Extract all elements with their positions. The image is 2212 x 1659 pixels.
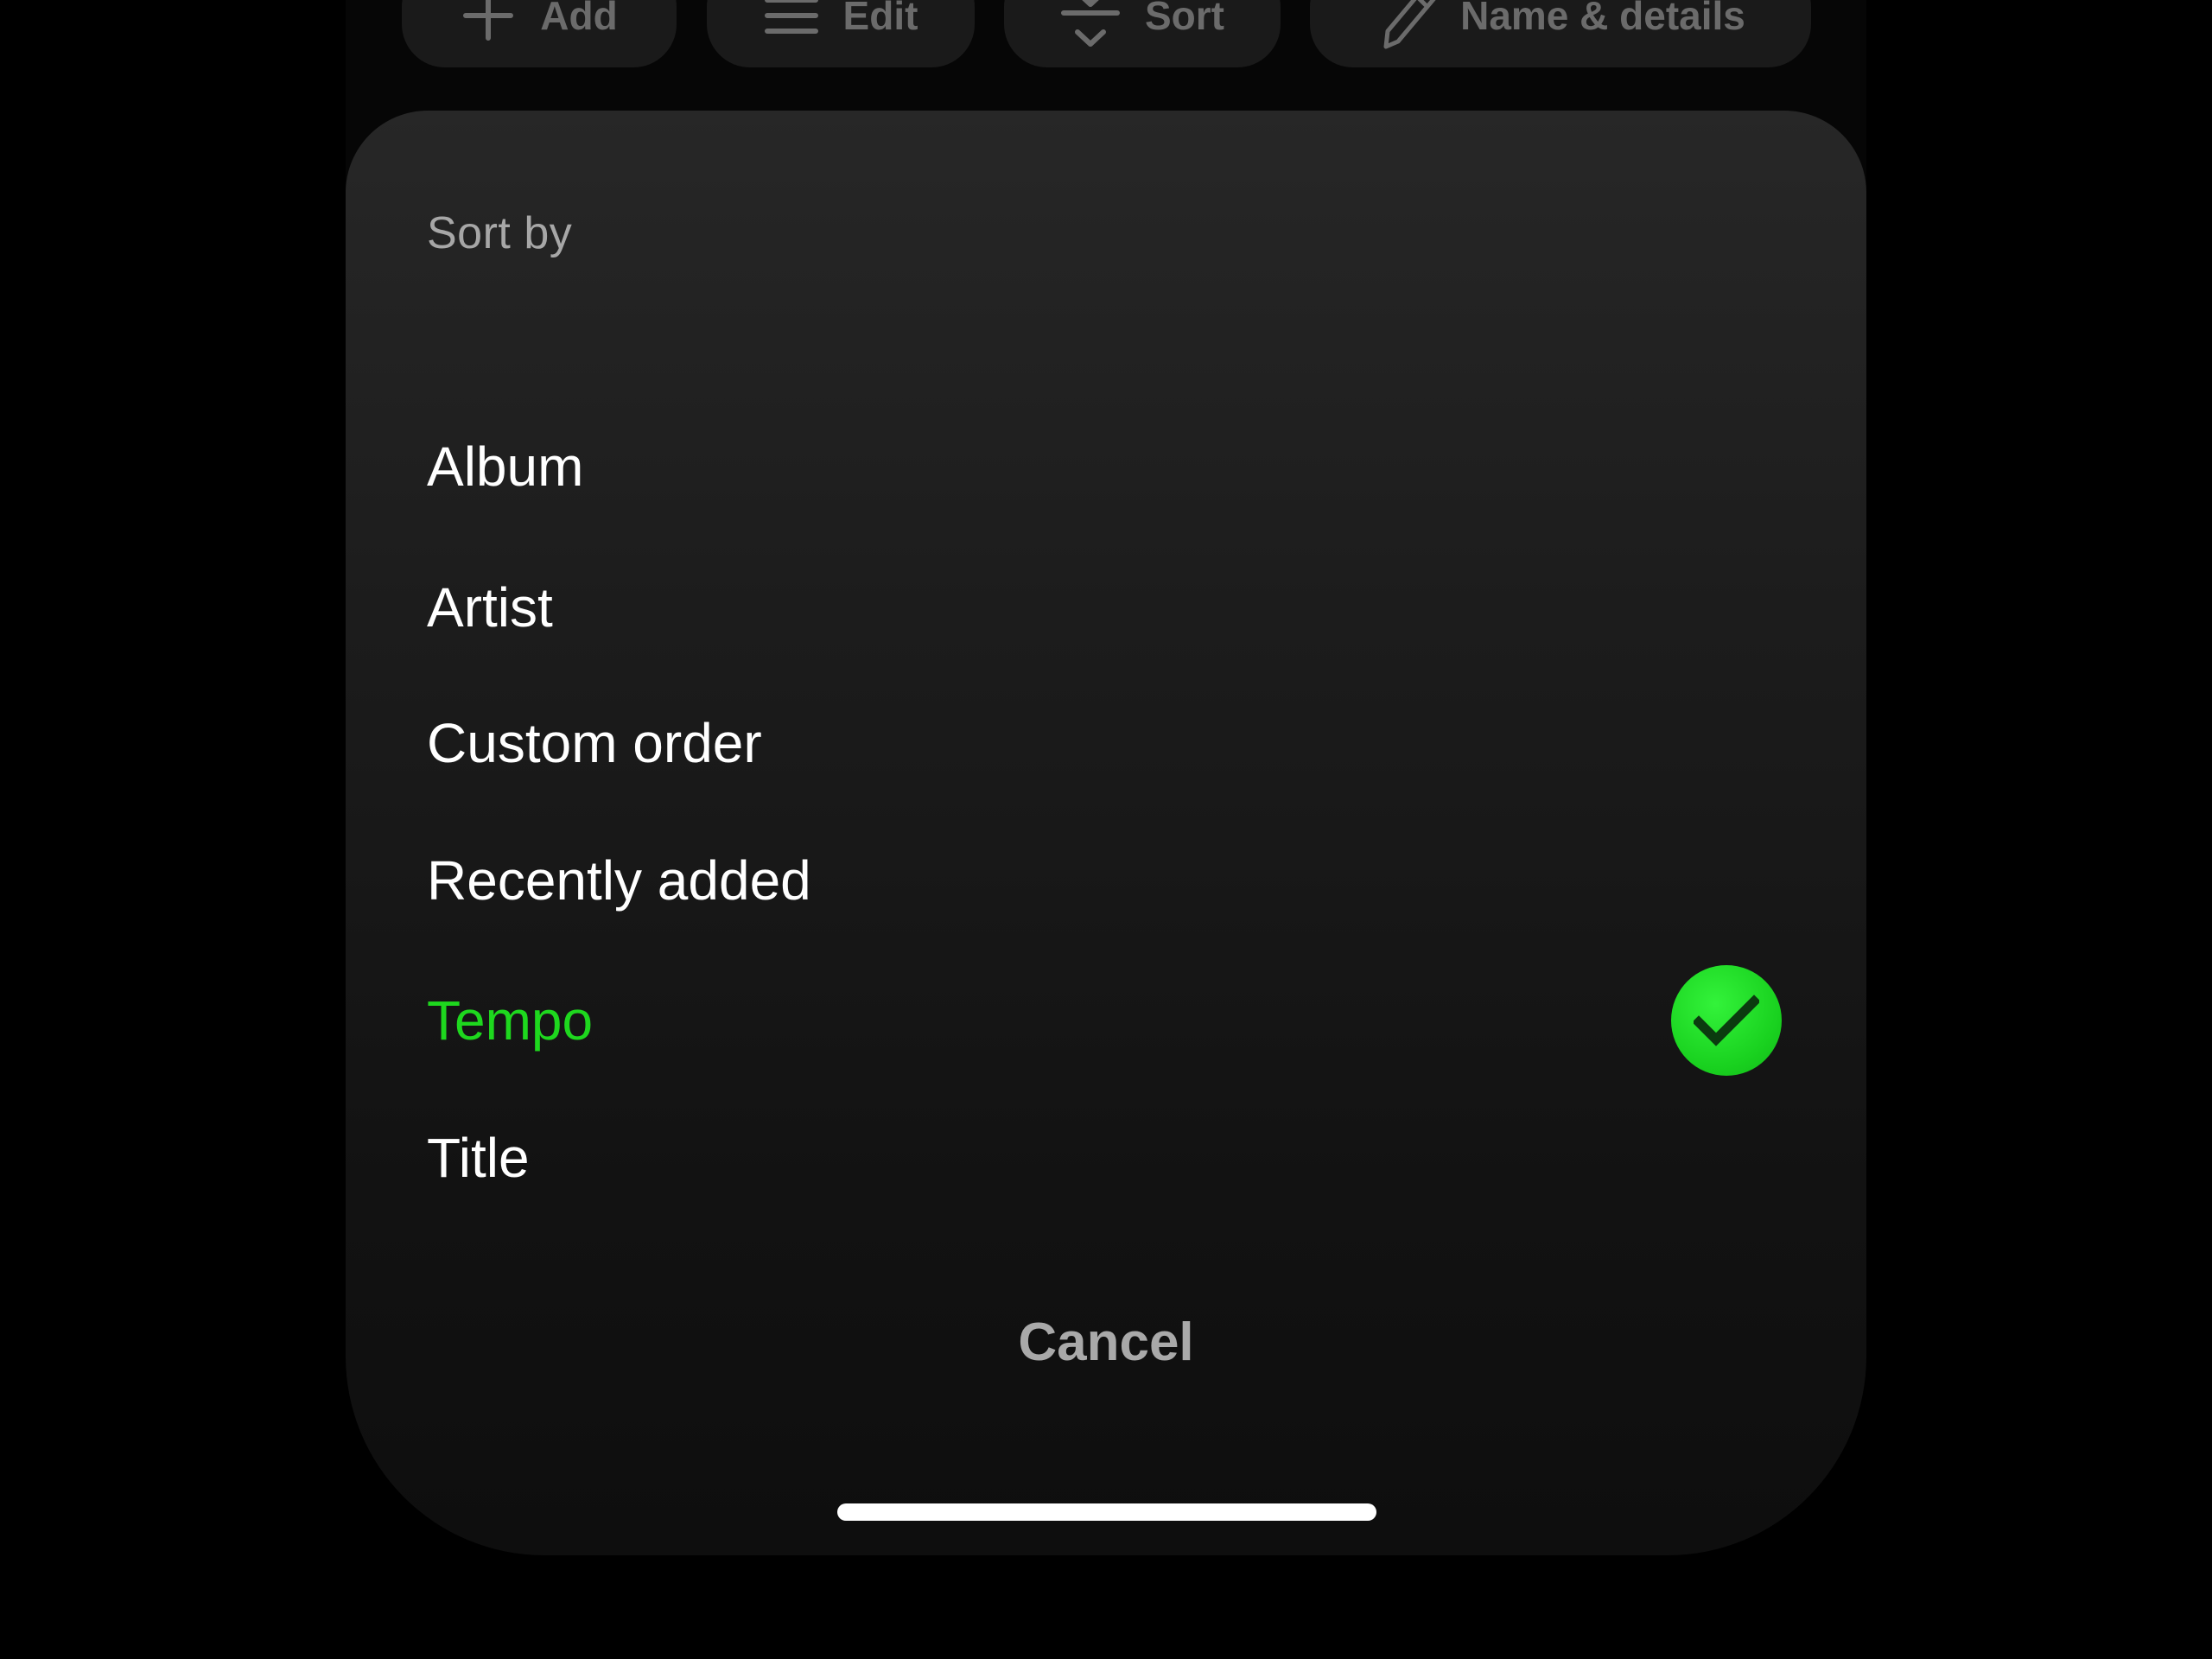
sheet-title: Sort by [427,208,573,258]
sort-option-label: Album [427,435,584,498]
add-button-label: Add [540,0,618,38]
sort-button-label: Sort [1145,0,1224,38]
menu-lines-icon [764,0,818,34]
cancel-button[interactable]: Cancel [346,1312,1866,1373]
add-button[interactable]: Add [402,0,677,67]
sort-option-label: Custom order [427,712,762,774]
sort-option-recently-added[interactable]: Recently added [346,820,1866,941]
phone-screen: Add Edit Sort Name & details Sort by Alb… [346,0,1866,1555]
plus-icon [463,0,514,41]
sort-option-label: Artist [427,576,553,639]
playlist-toolbar: Add Edit Sort Name & details [346,0,1866,67]
checkmark-icon [1694,995,1759,1046]
sort-option-label: Recently added [427,849,811,912]
sort-option-artist[interactable]: Artist [346,547,1866,668]
sort-option-tempo[interactable]: Tempo [346,960,1866,1081]
sort-option-custom-order[interactable]: Custom order [346,683,1866,804]
home-indicator[interactable] [837,1503,1376,1521]
sort-option-title[interactable]: Title [346,1097,1866,1218]
sort-option-label: Title [427,1127,530,1189]
sort-button[interactable]: Sort [1004,0,1281,67]
pencil-icon [1383,0,1436,49]
sort-sheet: Sort by Album Artist Custom order Recent… [346,111,1866,1555]
edit-button[interactable]: Edit [707,0,975,67]
name-details-button-label: Name & details [1460,0,1745,38]
sort-arrow-icon [1061,0,1120,47]
sort-option-album[interactable]: Album [346,406,1866,527]
check-circle-icon [1671,965,1782,1076]
sort-option-label: Tempo [427,989,594,1052]
edit-button-label: Edit [842,0,918,38]
name-details-button[interactable]: Name & details [1310,0,1811,67]
